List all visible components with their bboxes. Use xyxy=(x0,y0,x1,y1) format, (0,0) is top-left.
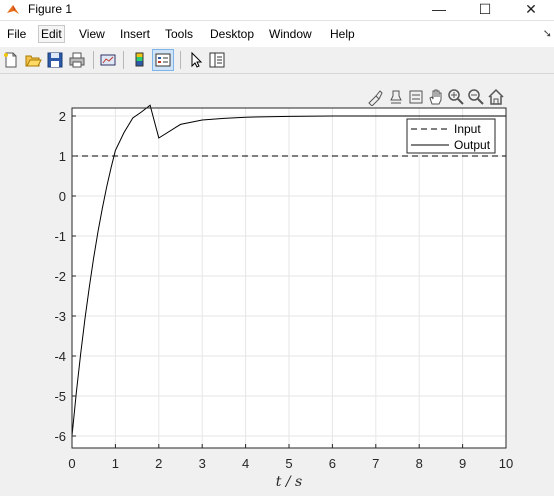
figure-plot-area: 0 1 2 3 4 5 6 7 8 9 10 -6 -5 -4 -3 -2 -1 0 1 2 t / s Input O… xyxy=(54,104,513,490)
y-tick-label: -6 xyxy=(54,429,66,444)
y-tick-label: 1 xyxy=(59,149,66,164)
legend[interactable]: Input Output xyxy=(406,118,496,154)
legend-entry-label: Input xyxy=(454,122,481,136)
y-tick-label: -5 xyxy=(54,389,66,404)
x-tick-label: 10 xyxy=(499,456,513,471)
x-tick-label: 8 xyxy=(416,456,423,471)
x-tick-label: 1 xyxy=(112,456,119,471)
x-tick-label: 7 xyxy=(372,456,379,471)
x-tick-label: 6 xyxy=(329,456,336,471)
x-tick-label: 4 xyxy=(242,456,249,471)
y-tick-label: -2 xyxy=(54,269,66,284)
x-tick-label: 9 xyxy=(459,456,466,471)
x-tick-label: 2 xyxy=(155,456,162,471)
y-tick-label: 0 xyxy=(59,189,66,204)
y-tick-label: 2 xyxy=(59,109,66,124)
x-tick-label: 3 xyxy=(199,456,206,471)
x-axis-label: t / s xyxy=(276,474,302,490)
y-tick-label: -3 xyxy=(54,309,66,324)
x-tick-label: 5 xyxy=(285,456,292,471)
legend-entry-label: Output xyxy=(454,138,491,152)
y-tick-label: -1 xyxy=(54,229,66,244)
x-tick-label: 0 xyxy=(68,456,75,471)
y-tick-label: -4 xyxy=(54,349,66,364)
